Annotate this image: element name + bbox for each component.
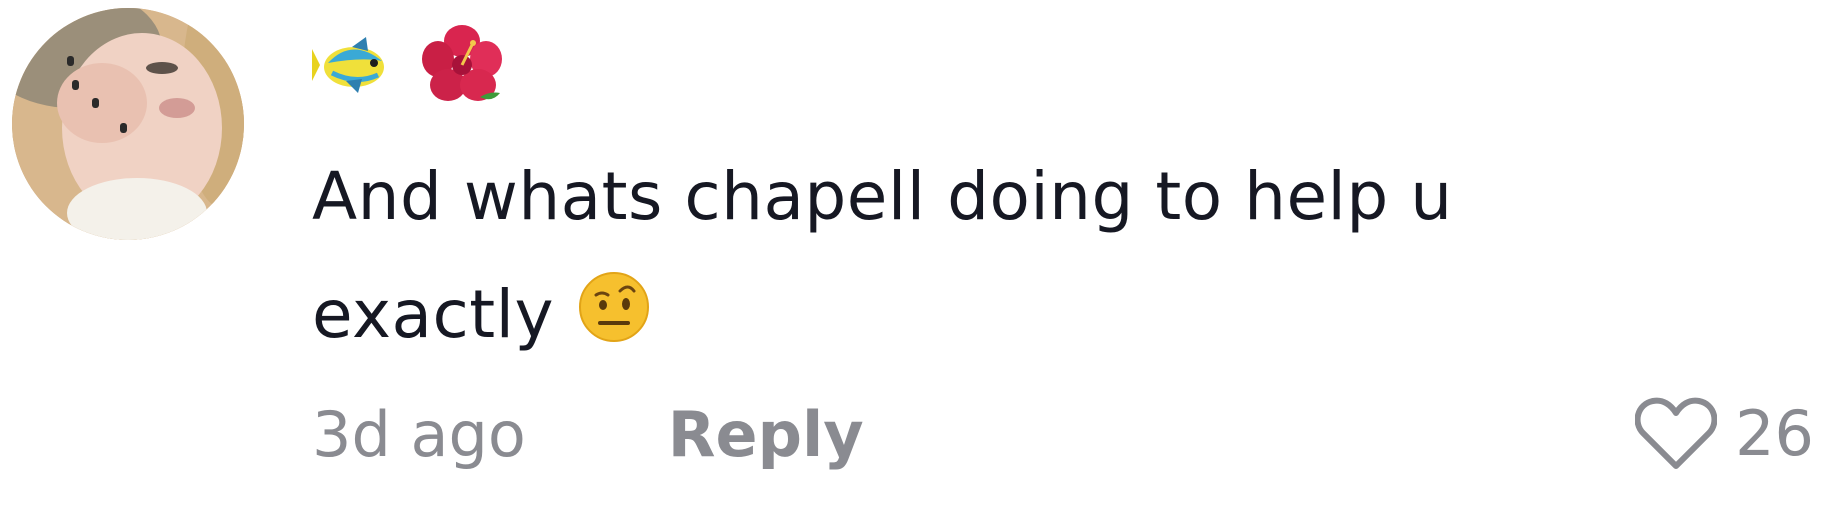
username-emoji-row[interactable] (312, 20, 504, 110)
comment-text: And whats chapell doing to help u exactl… (312, 138, 1612, 374)
comment-meta: 3d ago Reply (312, 398, 864, 471)
comment-text-line: And whats chapell doing to help u (312, 158, 1453, 235)
avatar-photo (12, 8, 244, 240)
like-button[interactable]: 26 (1635, 396, 1814, 470)
comment-item: And whats chapell doing to help u exactl… (0, 0, 1848, 532)
comment-text-line: exactly (312, 256, 1612, 374)
hibiscus-emoji (420, 23, 504, 107)
timestamp: 3d ago (312, 398, 526, 471)
avatar[interactable] (12, 8, 244, 240)
reply-button[interactable]: Reply (668, 398, 864, 471)
tropical-fish-emoji (312, 35, 392, 95)
heart-icon[interactable] (1635, 396, 1718, 470)
face-with-raised-eyebrow-icon (576, 269, 652, 345)
like-count: 26 (1735, 396, 1814, 470)
